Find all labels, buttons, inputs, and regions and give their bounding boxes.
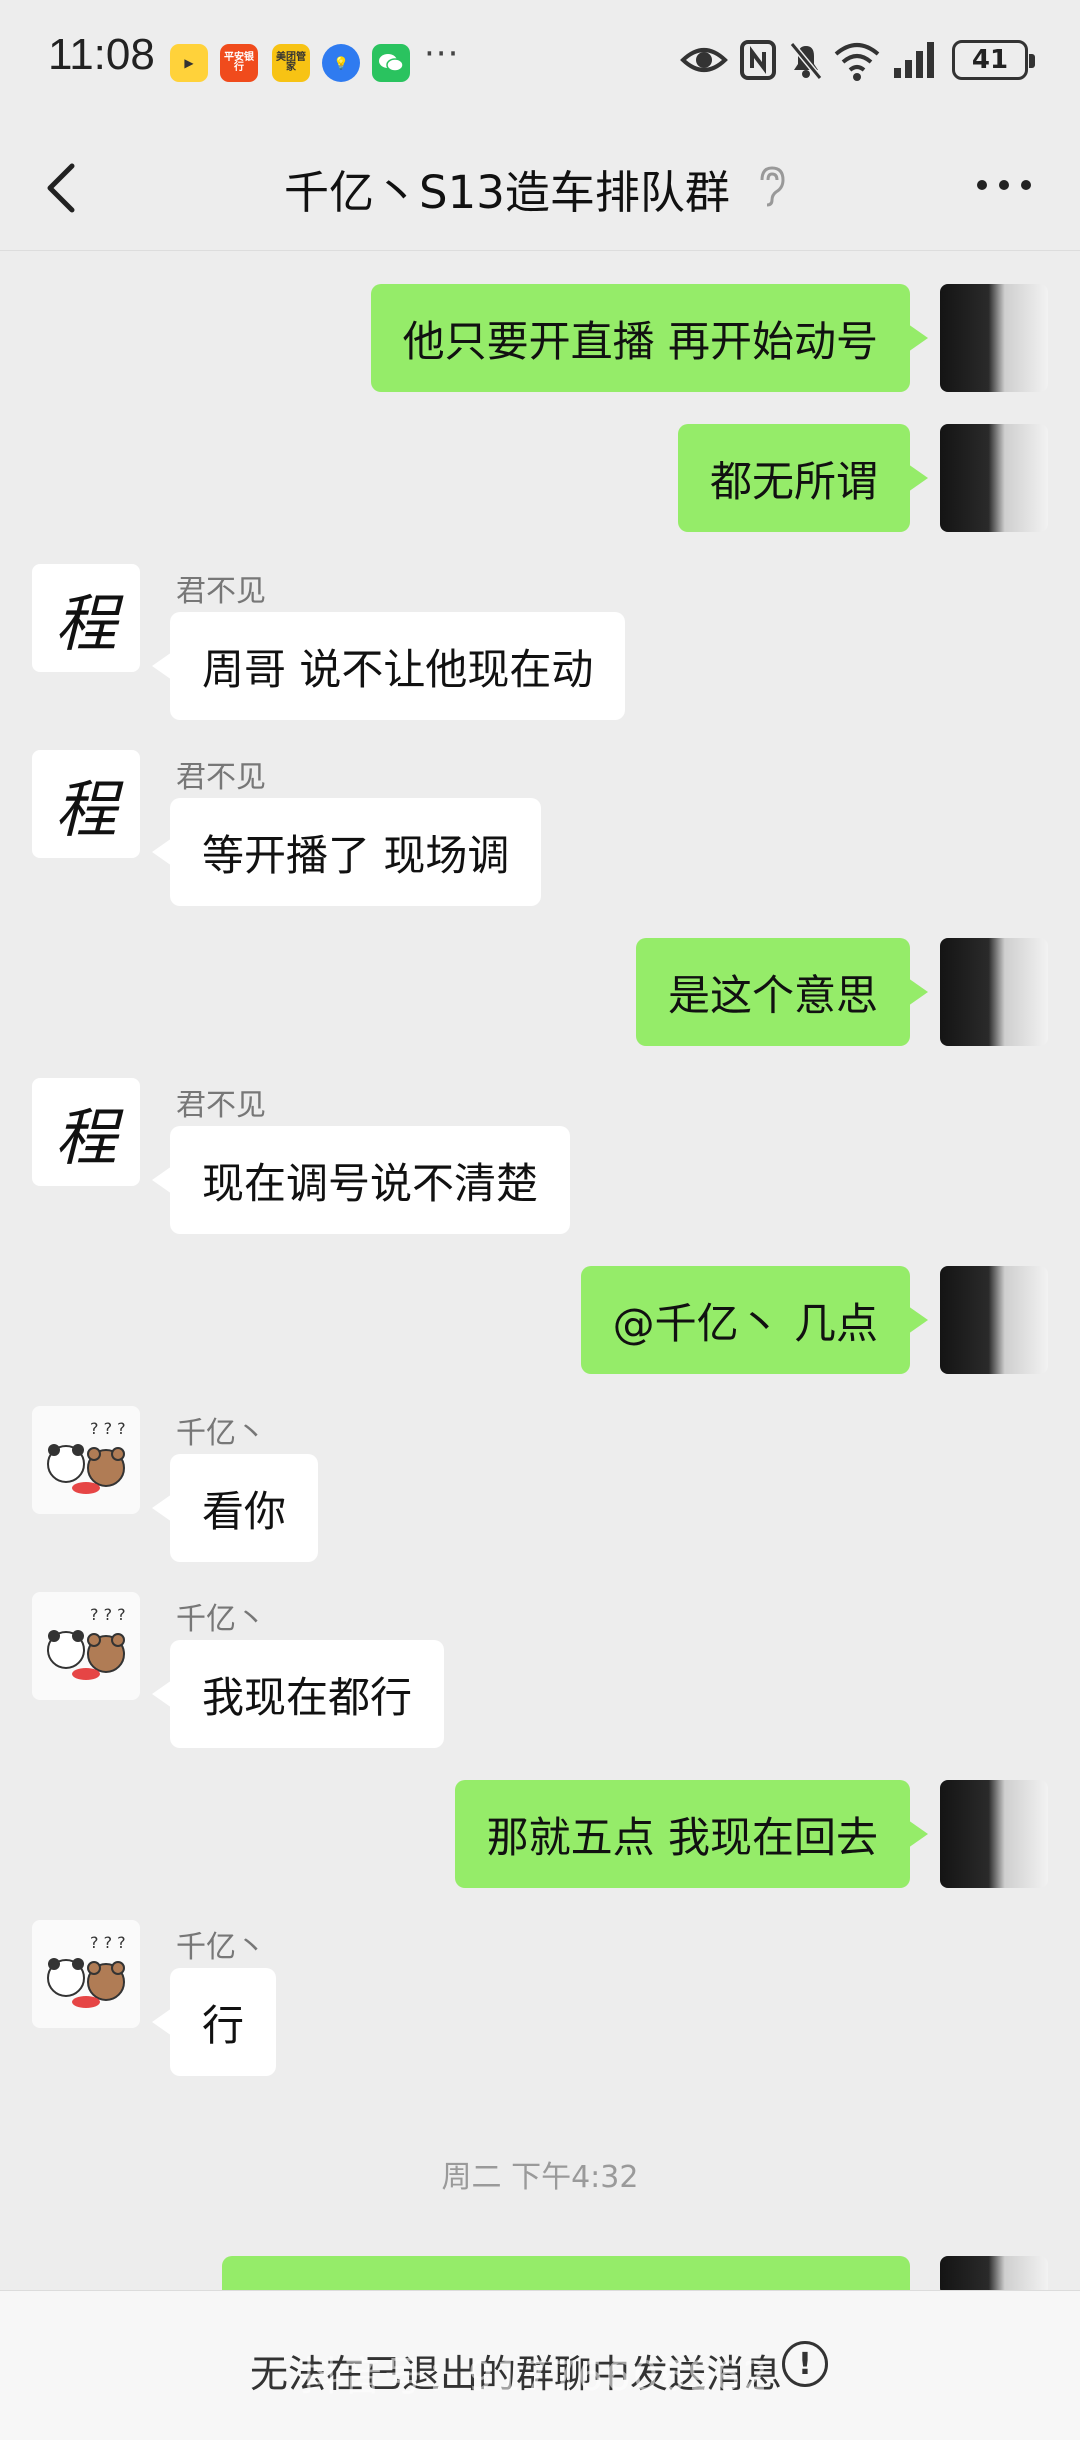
sender-avatar[interactable]: ? ? ? <box>32 1920 140 2028</box>
outgoing-message[interactable]: 是这个意思 <box>635 938 929 1046</box>
exited-group-notice: 无法在已退出的群聊中发送消息 <box>250 2352 783 2396</box>
chat-title: 千亿丶S13造车排队群 <box>284 166 730 219</box>
svg-text:? ? ?: ? ? ? <box>90 1605 126 1624</box>
sender-avatar[interactable]: ? ? ? <box>32 1592 140 1700</box>
message-timestamp: 周二 下午4:32 <box>441 2160 639 2195</box>
outgoing-message[interactable]: 那就五点 我现在回去 <box>454 1780 929 1888</box>
bear-sticker-icon: ? ? ? <box>47 1419 126 1494</box>
incoming-message[interactable]: 现在调号说不清楚 <box>151 1126 571 1234</box>
my-avatar[interactable] <box>940 284 1048 392</box>
nfc-icon <box>740 40 776 80</box>
hint-app-icon: 💡 <box>322 44 360 82</box>
back-icon[interactable] <box>38 160 88 216</box>
wechat-icon <box>372 44 410 82</box>
mute-bell-icon <box>789 42 823 80</box>
chat-header: 千亿丶S13造车排队群 <box>0 120 1080 252</box>
incoming-message[interactable]: 行 <box>151 1968 277 2076</box>
header-divider <box>0 250 1080 251</box>
my-avatar[interactable] <box>940 1780 1048 1888</box>
meituan-icon: 美团管家 <box>272 44 310 82</box>
incoming-message[interactable]: 看你 <box>151 1454 319 1562</box>
sender-name: 君不见 <box>176 1088 266 1123</box>
bear-sticker-icon: ? ? ? <box>47 1605 126 1680</box>
outgoing-message[interactable]: @千亿丶 几点 <box>580 1266 929 1374</box>
status-bar: 11:08 ▶ 平安银行 美团管家 💡 ··· 41 <box>0 0 1080 120</box>
signal-icon <box>894 42 934 78</box>
incoming-message[interactable]: 等开播了 现场调 <box>151 798 542 906</box>
sender-avatar[interactable]: 程 <box>32 1078 140 1186</box>
svg-text:? ? ?: ? ? ? <box>90 1419 126 1438</box>
my-avatar[interactable] <box>940 938 1048 1046</box>
sender-name: 千亿丶 <box>176 1602 266 1637</box>
eye-icon <box>680 48 728 72</box>
more-options-icon[interactable] <box>974 160 1034 210</box>
battery-indicator: 41 <box>952 40 1035 80</box>
my-avatar[interactable] <box>940 424 1048 532</box>
sender-name: 千亿丶 <box>176 1416 266 1451</box>
svg-text:? ? ?: ? ? ? <box>90 1933 126 1952</box>
bear-sticker-icon: ? ? ? <box>47 1933 126 2008</box>
sender-name: 君不见 <box>176 574 266 609</box>
clock: 11:08 <box>48 30 155 79</box>
earpiece-mode-icon <box>760 166 785 207</box>
info-icon[interactable]: ! <box>782 2341 828 2387</box>
sender-avatar[interactable]: ? ? ? <box>32 1406 140 1514</box>
sender-avatar[interactable]: 程 <box>32 564 140 672</box>
my-avatar[interactable] <box>940 1266 1048 1374</box>
video-app-icon: ▶ <box>170 44 208 82</box>
sender-name: 千亿丶 <box>176 1930 266 1965</box>
more-notifications-icon: ··· <box>424 34 460 74</box>
sender-name: 君不见 <box>176 760 266 795</box>
incoming-message[interactable]: 周哥 说不让他现在动 <box>151 612 626 720</box>
incoming-message[interactable]: 我现在都行 <box>151 1640 445 1748</box>
pingan-bank-icon: 平安银行 <box>220 44 258 82</box>
outgoing-message[interactable]: 他只要开直播 再开始动号 <box>370 284 929 392</box>
input-bar: 无法在已退出的群聊中发送消息 ! <box>0 2290 1080 2440</box>
wifi-icon <box>834 43 880 81</box>
outgoing-message[interactable]: 都无所谓 <box>677 424 929 532</box>
sender-avatar[interactable]: 程 <box>32 750 140 858</box>
